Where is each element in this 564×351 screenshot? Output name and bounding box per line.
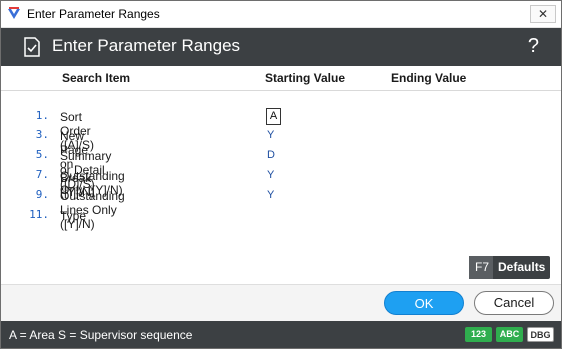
window-title: Enter Parameter Ranges <box>27 7 160 21</box>
row-number: 3. <box>35 128 49 141</box>
starting-value-input[interactable]: A <box>266 108 281 125</box>
debug-badge[interactable]: DBG <box>527 327 554 342</box>
defaults-button[interactable]: F7 Defaults <box>469 256 551 279</box>
row-number: 5. <box>35 148 49 161</box>
row-number: 11. <box>29 208 49 221</box>
row-number: 1. <box>35 109 49 122</box>
header-divider <box>1 90 561 91</box>
app-logo-icon <box>8 7 20 19</box>
dialog-header: Enter Parameter Ranges ? <box>1 28 561 66</box>
document-check-icon <box>24 37 40 57</box>
row-number: 7. <box>35 168 49 181</box>
row-label: Type <box>60 209 87 223</box>
status-text: A = Area S = Supervisor sequence <box>9 328 193 342</box>
cancel-button[interactable]: Cancel <box>474 291 554 315</box>
starting-value[interactable]: Y <box>267 189 274 201</box>
defaults-hotkey: F7 <box>469 256 494 279</box>
ok-button[interactable]: OK <box>384 291 464 315</box>
starting-value[interactable]: Y <box>267 169 274 181</box>
defaults-label: Defaults <box>498 260 546 274</box>
button-bar: OK Cancel <box>1 284 561 321</box>
dialog-heading: Enter Parameter Ranges <box>52 36 241 55</box>
close-icon: ✕ <box>537 7 549 21</box>
starting-value[interactable]: D <box>267 149 275 161</box>
close-button[interactable]: ✕ <box>530 5 556 23</box>
column-header-starting-value: Starting Value <box>265 71 346 85</box>
status-bar: A = Area S = Supervisor sequence 123 ABC… <box>1 321 561 348</box>
starting-value[interactable]: Y <box>267 129 274 141</box>
column-header-ending-value: Ending Value <box>391 71 467 85</box>
numeric-mode-badge[interactable]: 123 <box>465 327 492 342</box>
row-number: 9. <box>35 188 49 201</box>
help-question-icon[interactable]: ? <box>528 35 539 58</box>
column-header-search-item: Search Item <box>62 71 131 85</box>
alpha-mode-badge[interactable]: ABC <box>496 327 523 342</box>
dialog-window: Enter Parameter Ranges ✕ Enter Parameter… <box>0 0 562 349</box>
title-bar: Enter Parameter Ranges ✕ <box>1 1 561 28</box>
